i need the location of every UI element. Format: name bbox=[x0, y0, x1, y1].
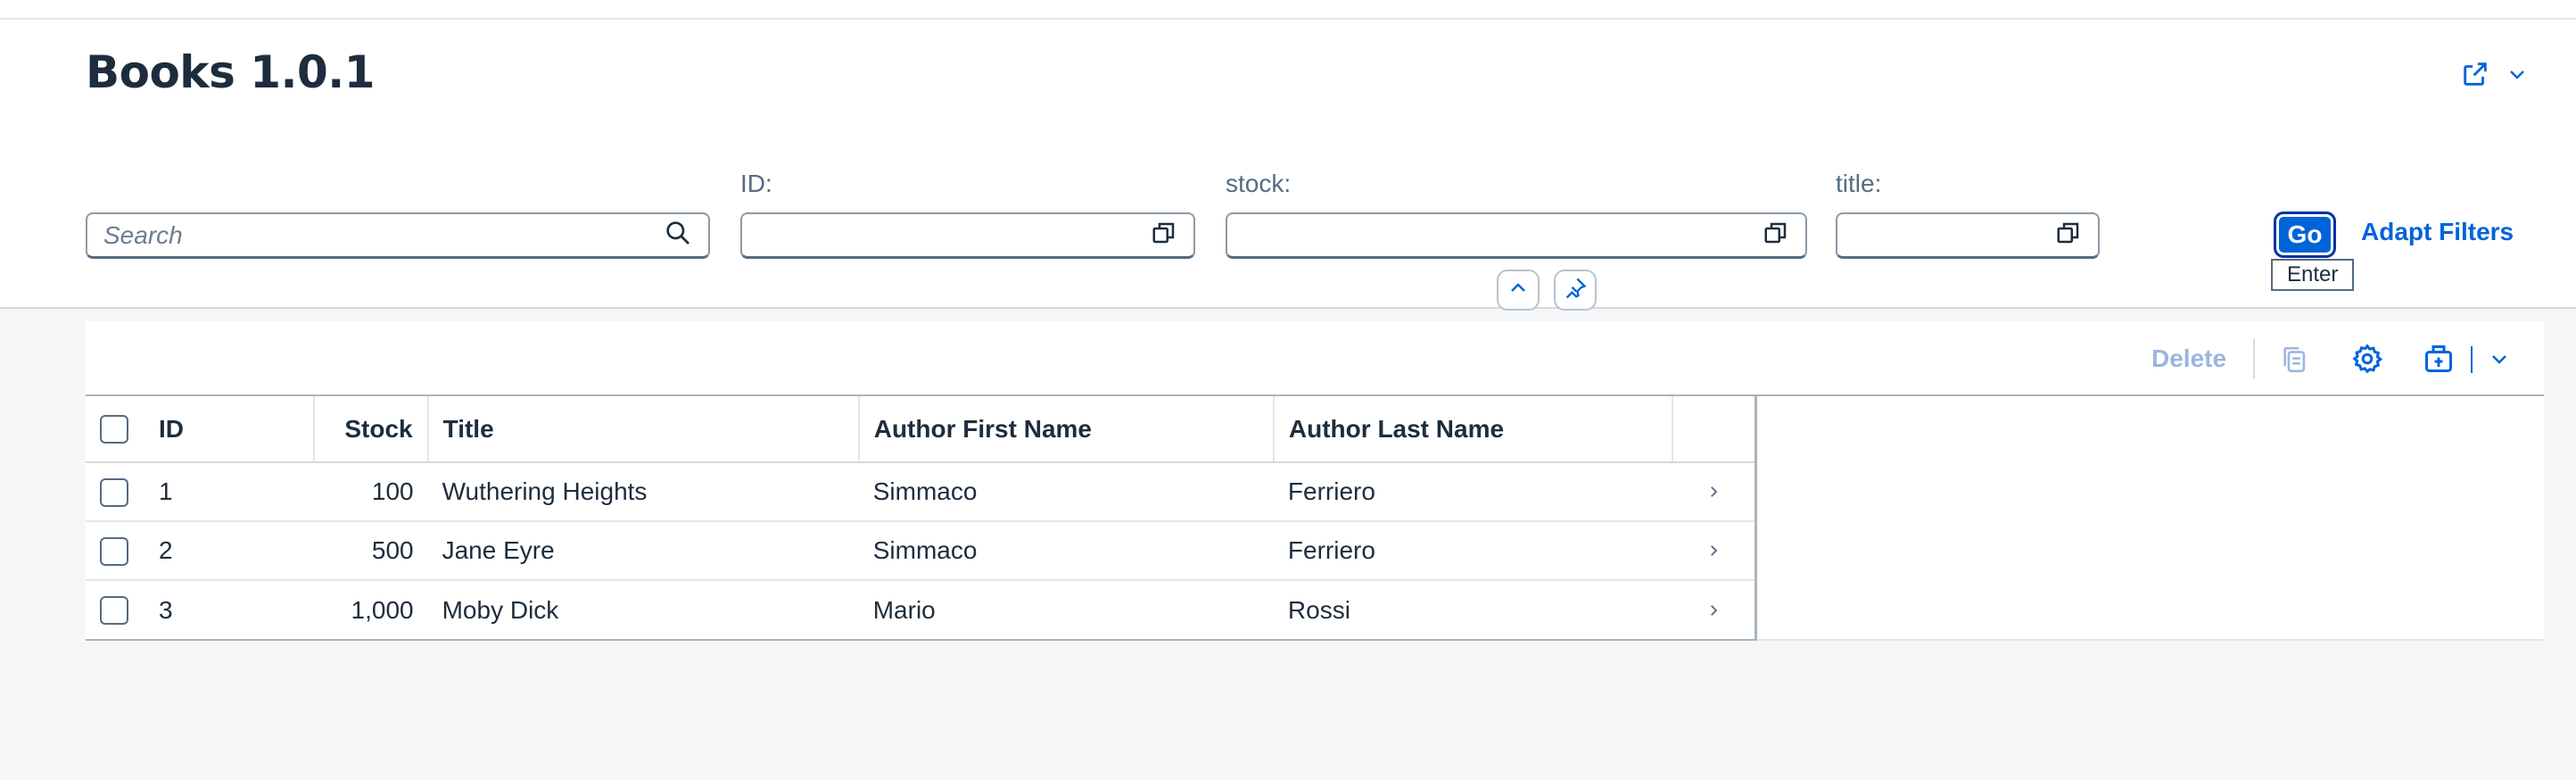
delete-button[interactable]: Delete bbox=[2151, 344, 2226, 373]
row-select-cell bbox=[86, 521, 144, 581]
adapt-filters-button[interactable]: Adapt Filters bbox=[2361, 218, 2514, 246]
cell-id: 3 bbox=[158, 595, 173, 624]
row-checkbox[interactable] bbox=[100, 477, 128, 507]
stock-filter-field[interactable] bbox=[1226, 212, 1807, 259]
chevron-down-icon[interactable] bbox=[2489, 348, 2510, 374]
pin-icon bbox=[1563, 276, 1588, 305]
column-header-author-first-name[interactable]: Author First Name bbox=[858, 396, 1275, 463]
column-header-author-last-name[interactable]: Author Last Name bbox=[1273, 396, 1674, 463]
row-checkbox[interactable] bbox=[100, 536, 128, 566]
column-header-stock[interactable]: Stock bbox=[313, 396, 429, 463]
select-all-checkbox[interactable] bbox=[100, 415, 128, 444]
stock-filter-label: stock: bbox=[1226, 170, 1292, 197]
pin-header-button[interactable] bbox=[1554, 270, 1597, 311]
cell-id: 1 bbox=[144, 462, 314, 522]
row-navigation-cell[interactable] bbox=[1672, 580, 1754, 639]
column-header-navigation bbox=[1672, 396, 1754, 463]
value-help-icon[interactable] bbox=[2055, 220, 2082, 251]
cell-stock: 100 bbox=[313, 462, 428, 522]
page-header: Books 1.0.1 Search ID: stock: title: bbox=[0, 18, 2576, 309]
title-filter-label: title: bbox=[1836, 170, 1882, 197]
settings-icon[interactable] bbox=[2351, 343, 2383, 379]
select-all-cell bbox=[86, 396, 144, 463]
search-icon[interactable] bbox=[664, 219, 692, 252]
collapse-header-button[interactable] bbox=[1497, 270, 1540, 311]
copy-icon[interactable] bbox=[2280, 344, 2310, 379]
value-help-icon[interactable] bbox=[1763, 220, 1789, 251]
top-strip bbox=[0, 0, 2576, 18]
table-toolbar: Delete bbox=[86, 321, 2544, 396]
chevron-right-icon bbox=[1705, 596, 1721, 624]
cell-id: 2 bbox=[144, 521, 314, 581]
export-icon[interactable] bbox=[2423, 343, 2455, 379]
cell-author-last-name: Ferriero bbox=[1273, 462, 1673, 522]
row-select-cell bbox=[86, 462, 144, 522]
table-row[interactable]: 1 100 Wuthering Heights Simmaco Ferriero bbox=[86, 462, 1754, 522]
row-select-cell bbox=[86, 580, 144, 639]
go-button[interactable]: Go bbox=[2274, 212, 2336, 258]
toolbar-separator bbox=[2471, 346, 2473, 373]
cell-author-last-name: Ferriero bbox=[1273, 521, 1673, 581]
toolbar-separator bbox=[2253, 339, 2255, 378]
table-row[interactable]: 2 500 Jane Eyre Simmaco Ferriero bbox=[86, 521, 1754, 581]
search-input[interactable]: Search bbox=[86, 212, 710, 259]
column-header-id[interactable]: ID bbox=[144, 396, 315, 463]
title-filter-field[interactable] bbox=[1836, 212, 2100, 259]
id-filter-label: ID: bbox=[740, 170, 772, 197]
page-title: Books 1.0.1 bbox=[86, 46, 376, 98]
cell-title: Wuthering Heights bbox=[427, 462, 859, 522]
table-header-row: ID Stock Title Author First Name Author … bbox=[86, 396, 1754, 463]
cell-author-first-name: Mario bbox=[872, 595, 936, 624]
chevron-down-icon[interactable] bbox=[2506, 63, 2528, 85]
cell-title: Moby Dick bbox=[442, 595, 559, 624]
table-row[interactable]: 3 1,000 Moby Dick Mario Rossi bbox=[86, 580, 1754, 639]
cell-title: Jane Eyre bbox=[427, 521, 859, 581]
row-checkbox[interactable] bbox=[100, 596, 128, 626]
id-filter-field[interactable] bbox=[740, 212, 1195, 259]
cell-stock: 500 bbox=[313, 521, 428, 581]
share-icon[interactable] bbox=[2460, 59, 2490, 89]
cell-author-first-name: Simmaco bbox=[858, 521, 1274, 581]
books-table: ID Stock Title Author First Name Author … bbox=[86, 396, 1757, 641]
row-navigation-cell[interactable] bbox=[1672, 521, 1754, 581]
search-placeholder: Search bbox=[103, 220, 183, 249]
chevron-right-icon bbox=[1705, 477, 1721, 505]
column-header-title[interactable]: Title bbox=[427, 396, 860, 463]
cell-stock: 1,000 bbox=[351, 595, 414, 624]
go-tooltip: Enter bbox=[2271, 259, 2355, 291]
chevron-right-icon bbox=[1705, 536, 1721, 564]
header-actions bbox=[2460, 59, 2528, 89]
value-help-icon[interactable] bbox=[1151, 220, 1177, 251]
cell-author-first-name: Simmaco bbox=[858, 462, 1274, 522]
row-navigation-cell[interactable] bbox=[1672, 462, 1754, 522]
header-toggle-buttons bbox=[1497, 270, 1597, 311]
cell-author-last-name: Rossi bbox=[1287, 595, 1350, 624]
chevron-up-icon bbox=[1507, 278, 1529, 303]
table-empty-area bbox=[1757, 396, 2544, 641]
